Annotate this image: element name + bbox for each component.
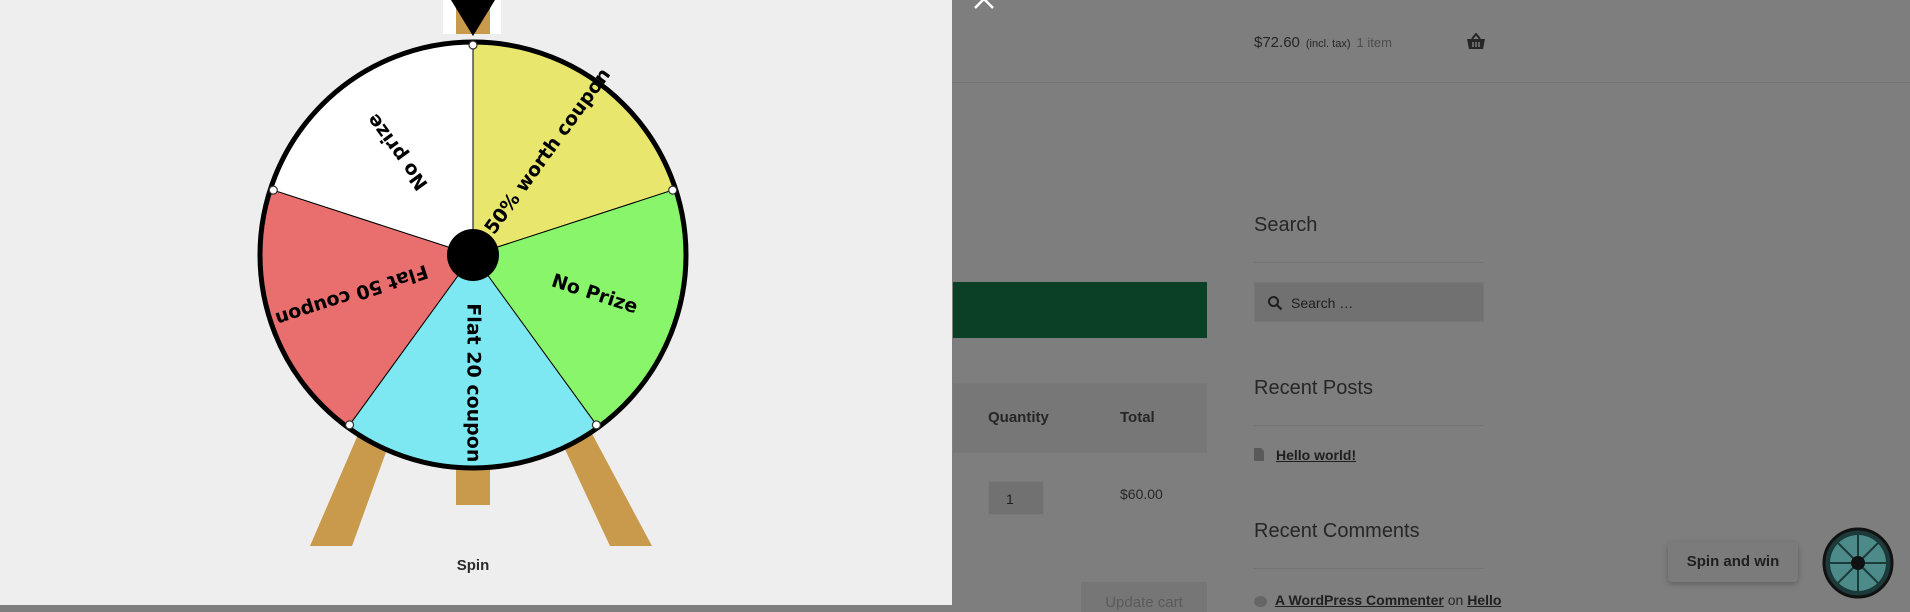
wheel-segment-label: Flat 20 coupon (463, 303, 485, 462)
cart-item-count: 1 item (1356, 35, 1392, 50)
search-icon (1268, 296, 1283, 311)
update-cart-button[interactable]: Update cart (1081, 582, 1207, 612)
post-icon (1254, 448, 1264, 461)
spin-and-win-button[interactable]: Spin and win (1668, 542, 1798, 582)
cart-total: $72.60 (1254, 34, 1300, 51)
wheel-peg (468, 40, 478, 50)
cart-table-header: Quantity Total (953, 383, 1207, 453)
spin-button[interactable]: Spin (448, 557, 498, 574)
basket-icon[interactable] (1466, 33, 1486, 51)
widget-divider (1254, 425, 1484, 426)
prize-wheel-graphic: 50% worth couponNo PrizeFlat 20 couponFl… (257, 0, 689, 546)
widget-divider (1254, 568, 1484, 569)
header-cart-summary[interactable]: $72.60 (incl. tax) 1 item (1254, 34, 1392, 51)
mini-wheel-icon[interactable] (1822, 527, 1894, 599)
recent-comment: A WordPress Commenter on Hello (1254, 592, 1501, 608)
wheel-peg (591, 420, 602, 430)
wheel-stand-right-leg (556, 430, 652, 546)
search-widget-title: Search (1254, 214, 1318, 236)
column-total: Total (1120, 409, 1155, 426)
recent-post-link[interactable]: Hello world! (1276, 447, 1356, 463)
comment-post-link[interactable]: Hello (1467, 592, 1501, 608)
cart-tax-note: (incl. tax) (1305, 38, 1351, 50)
line-total: $60.00 (1120, 486, 1163, 502)
wheel-peg (268, 185, 278, 195)
wheel-hub (447, 229, 499, 281)
header-divider (950, 82, 1910, 83)
checkout-banner (953, 282, 1207, 338)
wheel-peg (344, 420, 355, 430)
quantity-input[interactable]: 1 (988, 481, 1044, 515)
wheel-peg (668, 185, 678, 195)
comment-on-text: on (1447, 592, 1464, 608)
column-quantity: Quantity (988, 409, 1049, 426)
search-field[interactable] (1254, 282, 1484, 323)
recent-comments-title: Recent Comments (1254, 520, 1420, 542)
search-input[interactable] (1289, 283, 1483, 323)
prize-wheel[interactable]: 50% worth couponNo PrizeFlat 20 couponFl… (257, 39, 689, 471)
comment-icon (1254, 595, 1267, 607)
comment-author-link[interactable]: A WordPress Commenter (1275, 592, 1444, 608)
close-icon[interactable] (973, 0, 995, 10)
widget-divider (1254, 262, 1484, 263)
spin-wheel-popup: 50% worth coupon No Prize Flat 20 coupon Fl… (0, 0, 952, 605)
recent-posts-title: Recent Posts (1254, 377, 1373, 399)
